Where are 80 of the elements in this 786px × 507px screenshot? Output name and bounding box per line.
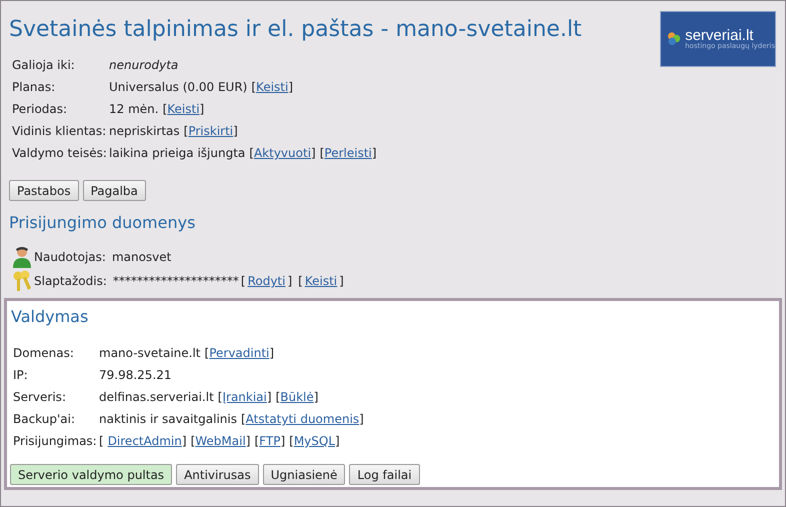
- bracket: [: [240, 274, 246, 288]
- link[interactable]: Rodyti: [248, 274, 286, 288]
- button[interactable]: Antivirusas: [176, 464, 259, 485]
- bracket: ]: [280, 434, 286, 448]
- field-label: Serveris:: [13, 390, 67, 404]
- link[interactable]: Perleisti: [324, 146, 372, 160]
- page-title: Svetainės talpinimas ir el. paštas - mano-svetaine.lt: [9, 17, 582, 42]
- field-value: laikina prieiga išjungta: [109, 146, 246, 160]
- field-value: mano-svetaine.lt: [99, 346, 201, 360]
- field-label: IP:: [13, 368, 29, 382]
- bracket: [: [254, 434, 260, 448]
- keys-icon: [12, 270, 32, 292]
- button[interactable]: Serverio valdymo pultas: [10, 464, 172, 485]
- bracket: ]: [182, 434, 187, 448]
- logo-name: serveriai.lt: [685, 28, 754, 43]
- link[interactable]: Atstatyti duomenis: [246, 412, 360, 426]
- bracket: ]: [372, 146, 377, 160]
- bracket: ]: [266, 390, 272, 404]
- bracket: [: [251, 80, 256, 94]
- bracket: [: [218, 390, 222, 404]
- link[interactable]: WebMail: [195, 434, 246, 448]
- field-label: Naudotojas:: [34, 250, 106, 264]
- button[interactable]: Pagalba: [82, 180, 146, 201]
- bracket: ]: [288, 80, 294, 94]
- bracket: [: [204, 346, 210, 360]
- button[interactable]: Ugniasienė: [262, 464, 346, 485]
- bracket: [: [240, 412, 246, 426]
- bracket: ]: [339, 274, 344, 288]
- bracket: [: [162, 102, 168, 116]
- link[interactable]: MySQL: [294, 434, 336, 448]
- button[interactable]: Log failai: [349, 464, 420, 485]
- link[interactable]: Pervadinti: [209, 346, 270, 360]
- bracket: ]: [314, 390, 318, 404]
- field-value: manosvet: [112, 250, 172, 264]
- bracket: [: [320, 146, 324, 160]
- link[interactable]: Keisti: [304, 274, 338, 288]
- bracket: [: [276, 390, 280, 404]
- bracket: ]: [335, 434, 340, 448]
- link[interactable]: Įrankiai: [222, 390, 267, 404]
- field-label: Periodas:: [12, 102, 68, 116]
- field-label: Slaptažodis:: [34, 274, 107, 288]
- field-label: Backup'ai:: [13, 412, 76, 426]
- bracket: ]: [233, 124, 238, 138]
- link[interactable]: Aktyvuoti: [254, 146, 312, 160]
- field-label: Planas:: [12, 80, 56, 94]
- bracket: [: [249, 146, 254, 160]
- field-value: 12 mėn.: [109, 102, 159, 116]
- link[interactable]: Būklė: [280, 390, 314, 404]
- link[interactable]: Priskirti: [188, 124, 234, 138]
- link[interactable]: Keisti: [256, 80, 288, 94]
- field-label: Prisijungimas:: [13, 434, 98, 448]
- section-heading: Prisijungimo duomenys: [9, 213, 196, 232]
- field-value: *********************: [112, 274, 239, 288]
- bracket: [: [190, 434, 196, 448]
- bracket: ]: [359, 412, 364, 426]
- link[interactable]: FTP: [259, 434, 280, 448]
- field-value: naktinis ir savaitgalinis: [99, 412, 237, 426]
- bracket: ]: [269, 346, 274, 360]
- bracket: [: [184, 124, 188, 138]
- link[interactable]: DirectAdmin: [108, 434, 182, 448]
- bracket: [: [298, 274, 303, 288]
- bracket: ]: [246, 434, 250, 448]
- field-value: 79.98.25.21: [99, 368, 172, 382]
- field-value: delfinas.serveriai.lt: [99, 390, 214, 404]
- field-label: Galioja iki:: [12, 58, 76, 72]
- bracket: ]: [287, 274, 292, 288]
- button[interactable]: Pastabos: [9, 180, 79, 201]
- bracket: ]: [311, 146, 316, 160]
- link[interactable]: Keisti: [167, 102, 200, 116]
- bracket: [: [99, 434, 104, 448]
- section-heading: Valdymas: [11, 307, 90, 326]
- field-label: Domenas:: [13, 346, 75, 360]
- user-icon: [12, 246, 32, 268]
- bracket: [: [289, 434, 294, 448]
- field-label: Valdymo teisės:: [12, 146, 108, 160]
- bracket: ]: [200, 102, 204, 116]
- field-value: nepriskirtas: [109, 124, 180, 138]
- field-label: Vidinis klientas:: [12, 124, 108, 138]
- field-value: Universalus (0.00 EUR): [109, 80, 248, 94]
- field-value: nenurodyta: [109, 58, 178, 72]
